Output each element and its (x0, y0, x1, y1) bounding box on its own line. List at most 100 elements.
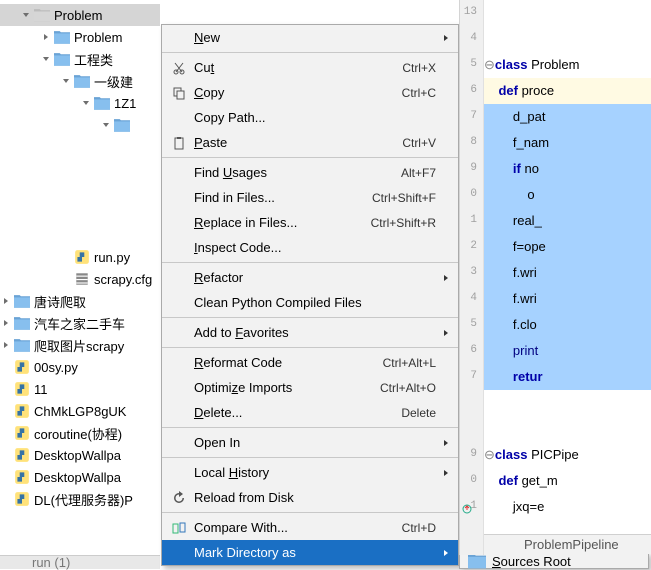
tree-arrow-icon[interactable] (40, 31, 52, 43)
menu-item-clean-python-compiled-files[interactable]: Clean Python Compiled Files (162, 290, 458, 315)
menu-item-optimize-imports[interactable]: Optimize ImportsCtrl+Alt+O (162, 375, 458, 400)
editor-breadcrumb[interactable]: ProblemPipeline (484, 534, 651, 554)
menu-item-add-to-favorites[interactable]: Add to Favorites (162, 320, 458, 345)
tree-item[interactable]: 工程类 (0, 48, 160, 70)
code-line[interactable]: ⊖class PICPipe (484, 442, 579, 468)
tree-arrow-icon[interactable] (60, 273, 72, 285)
code-line[interactable] (484, 390, 651, 416)
code-line[interactable]: d_pat (484, 104, 651, 130)
code-line[interactable]: f_nam (484, 130, 651, 156)
code-line[interactable]: print (484, 338, 651, 364)
override-up-icon[interactable] (462, 502, 472, 512)
menu-item-local-history[interactable]: Local History (162, 460, 458, 485)
tree-arrow-icon[interactable] (0, 295, 12, 307)
tree-arrow-icon[interactable] (120, 229, 132, 241)
menu-item-find-in-files[interactable]: Find in Files...Ctrl+Shift+F (162, 185, 458, 210)
tree-item[interactable]: scrapy.cfg (0, 268, 160, 290)
code-line[interactable]: retur (484, 364, 651, 390)
menu-item-inspect-code[interactable]: Inspect Code... (162, 235, 458, 260)
code-line[interactable]: def proce (484, 78, 651, 104)
tree-arrow-icon[interactable] (80, 97, 92, 109)
tree-arrow-icon[interactable] (100, 119, 112, 131)
menu-item-delete[interactable]: Delete...Delete (162, 400, 458, 425)
code-line[interactable]: if no (484, 156, 651, 182)
tree-item[interactable] (0, 136, 160, 158)
menu-item-reformat-code[interactable]: Reformat CodeCtrl+Alt+L (162, 350, 458, 375)
tree-arrow-icon[interactable] (0, 449, 12, 461)
tree-item[interactable]: DL(代理服务器)P (0, 488, 160, 510)
tree-item[interactable]: DesktopWallpa (0, 444, 160, 466)
code-line[interactable]: f.wri (484, 286, 651, 312)
code-line[interactable] (484, 0, 651, 26)
tree-item[interactable]: 1Z1 (0, 92, 160, 114)
code-line[interactable]: f=ope (484, 234, 651, 260)
menu-item-compare-with[interactable]: Compare With...Ctrl+D (162, 515, 458, 540)
code-line[interactable] (484, 26, 651, 52)
editor-gutter[interactable]: 1345678901234567901 (459, 0, 484, 555)
tree-item[interactable] (0, 114, 160, 136)
code-line[interactable]: f.wri (484, 260, 651, 286)
code-line[interactable]: def get_m (484, 468, 651, 494)
menu-item-mark-directory-as[interactable]: Mark Directory as (162, 540, 458, 565)
menu-item-refactor[interactable]: Refactor (162, 265, 458, 290)
tree-arrow-icon[interactable] (0, 493, 12, 505)
menu-item-cut[interactable]: CutCtrl+X (162, 55, 458, 80)
tree-item[interactable]: 00sy.py (0, 356, 160, 378)
tree-item[interactable] (0, 202, 160, 224)
tree-arrow-icon[interactable] (0, 427, 12, 439)
menu-item-label: Cut (194, 60, 402, 75)
tree-item[interactable]: 唐诗爬取 (0, 290, 160, 312)
tree-item-label: 唐诗爬取 (34, 292, 86, 311)
tree-arrow-icon[interactable] (0, 405, 12, 417)
chevron-right-icon (442, 274, 450, 282)
tree-item[interactable]: Problem (0, 26, 160, 48)
code-line[interactable] (484, 416, 651, 442)
bottom-tab-run[interactable]: run (1) (0, 555, 160, 569)
tree-arrow-icon[interactable] (120, 185, 132, 197)
project-tree[interactable]: ProblemProblem工程类一级建1Z1run.pyscrapy.cfg唐… (0, 0, 160, 569)
tree-arrow-icon[interactable] (20, 9, 32, 21)
code-line[interactable]: o (484, 182, 651, 208)
tree-arrow-icon[interactable] (0, 317, 12, 329)
tree-item[interactable]: DesktopWallpa (0, 466, 160, 488)
tree-item[interactable]: Problem (0, 4, 160, 26)
tree-arrow-icon[interactable] (60, 251, 72, 263)
tree-arrow-icon[interactable] (120, 163, 132, 175)
tree-arrow-icon[interactable] (0, 383, 12, 395)
menu-item-copy[interactable]: CopyCtrl+C (162, 80, 458, 105)
menu-item-open-in[interactable]: Open In (162, 430, 458, 455)
code-editor[interactable]: ⊖class Problem def proce d_pat f_nam if … (484, 0, 651, 534)
folder-blue-icon (14, 337, 30, 353)
code-line[interactable]: real_ (484, 208, 651, 234)
menu-item-replace-in-files[interactable]: Replace in Files...Ctrl+Shift+R (162, 210, 458, 235)
py-icon (14, 425, 30, 441)
tree-item[interactable]: ChMkLGP8gUK (0, 400, 160, 422)
py-icon (14, 359, 30, 375)
submenu-item-sources-root[interactable]: Sources Root (460, 553, 648, 569)
menu-item-new[interactable]: New (162, 25, 458, 50)
tree-item[interactable]: 11 (0, 378, 160, 400)
menu-item-paste[interactable]: PasteCtrl+V (162, 130, 458, 155)
code-line[interactable]: jxq=e (484, 494, 651, 520)
tree-arrow-icon[interactable] (40, 53, 52, 65)
tree-arrow-icon[interactable] (0, 471, 12, 483)
tree-arrow-icon[interactable] (0, 339, 12, 351)
tree-arrow-icon[interactable] (0, 361, 12, 373)
code-line[interactable]: ⊖class Problem (484, 52, 579, 78)
code-line[interactable]: f.clo (484, 312, 651, 338)
menu-item-copy-path[interactable]: Copy Path... (162, 105, 458, 130)
tree-arrow-icon[interactable] (120, 141, 132, 153)
tree-arrow-icon[interactable] (120, 207, 132, 219)
menu-item-find-usages[interactable]: Find UsagesAlt+F7 (162, 160, 458, 185)
tree-item[interactable]: 汽车之家二手车 (0, 312, 160, 334)
tree-item[interactable]: 一级建 (0, 70, 160, 92)
tree-item[interactable] (0, 158, 160, 180)
tree-arrow-icon[interactable] (60, 75, 72, 87)
tree-item-label: 汽车之家二手车 (34, 314, 125, 333)
tree-item[interactable]: run.py (0, 246, 160, 268)
tree-item[interactable] (0, 224, 160, 246)
tree-item[interactable] (0, 180, 160, 202)
menu-item-reload-from-disk[interactable]: Reload from Disk (162, 485, 458, 510)
tree-item[interactable]: coroutine(协程) (0, 422, 160, 444)
tree-item[interactable]: 爬取图片scrapy (0, 334, 160, 356)
